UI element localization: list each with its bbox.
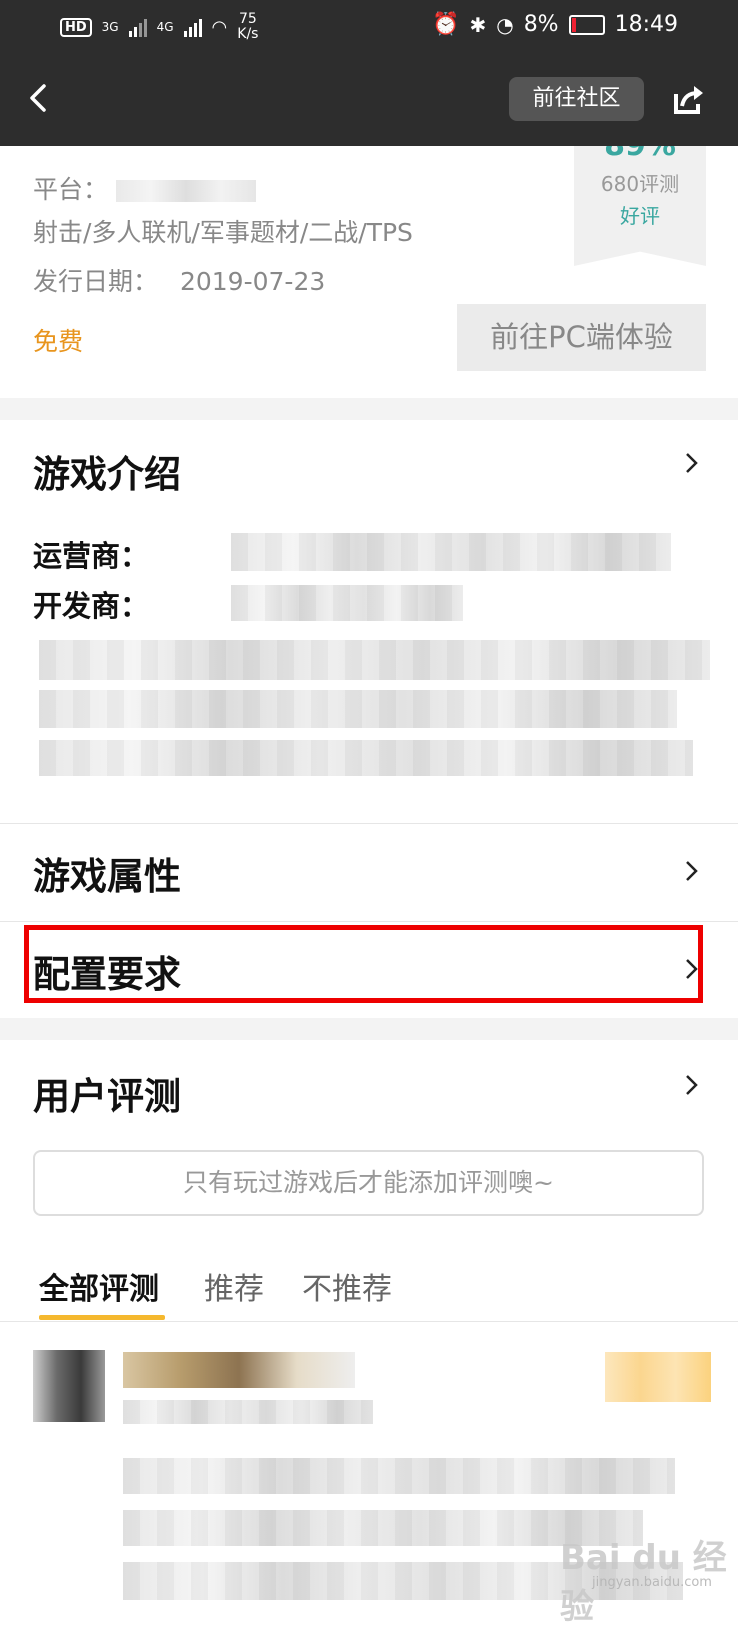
active-tab-indicator	[39, 1315, 165, 1320]
top-bar: HD 3G 4G ◠ 75 K/s ⏰ ✱ ◔ 8% 18:49 前往社区	[0, 0, 738, 146]
requirements-highlight-box	[24, 925, 703, 1003]
developer-label: 开发商：	[33, 589, 150, 623]
status-right: ⏰ ✱ ◔ 8% 18:49	[432, 12, 678, 37]
hd-indicator: HD	[60, 17, 92, 37]
reviews-title[interactable]: 用户评测	[33, 1066, 181, 1120]
operator-label: 运营商：	[33, 539, 150, 573]
baidu-watermark-url: jingyan.baidu.com	[592, 1575, 712, 1590]
wifi-icon: ◠	[211, 16, 228, 38]
section-gap	[0, 398, 738, 420]
signal-icon	[128, 17, 147, 37]
net-speed: 75 K/s	[237, 11, 259, 42]
platform-value-blurred	[115, 180, 256, 202]
tab-not-recommended[interactable]: 不推荐	[302, 1264, 392, 1308]
platform-row: 平台：	[33, 170, 256, 206]
operator-value-blurred	[231, 533, 671, 571]
divider	[0, 823, 738, 824]
sim1-label: 3G	[101, 20, 119, 34]
rating-verdict: 好评	[620, 204, 660, 228]
section-gap	[0, 1018, 738, 1040]
release-date: 2019-07-23	[179, 267, 326, 296]
review-text-blurred	[123, 1458, 675, 1494]
intro-text-blurred	[39, 690, 677, 728]
signal-icon	[183, 17, 202, 37]
rating-badge: 89% 680评测 好评	[574, 146, 706, 266]
review-meta-blurred	[123, 1400, 373, 1424]
speedometer-icon: ◔	[496, 12, 514, 37]
chevron-right-icon[interactable]	[680, 1074, 702, 1096]
divider	[0, 1321, 738, 1322]
community-button[interactable]: 前往社区	[509, 77, 644, 121]
developer-value-blurred	[231, 585, 463, 621]
add-review-hint[interactable]: 只有玩过游戏后才能添加评测噢~	[33, 1150, 704, 1216]
reviewer-name-blurred	[123, 1352, 355, 1388]
review-badge-blurred	[605, 1352, 711, 1402]
release-label: 发行日期：	[33, 267, 159, 296]
release-row: 发行日期： 2019-07-23	[33, 262, 325, 298]
clock: 18:49	[614, 12, 678, 37]
price-label: 免费	[33, 327, 84, 356]
genre-tags: 射击/多人联机/军事题材/二战/TPS	[33, 218, 413, 247]
tab-all-reviews[interactable]: 全部评测	[39, 1264, 159, 1308]
share-icon[interactable]	[672, 84, 704, 116]
chevron-right-icon[interactable]	[680, 860, 702, 882]
chevron-right-icon[interactable]	[680, 452, 702, 474]
intro-text-blurred	[39, 640, 710, 680]
bluetooth-icon: ✱	[469, 12, 487, 37]
battery-percent: 8%	[523, 12, 559, 37]
back-arrow-icon[interactable]	[20, 78, 60, 118]
avatar[interactable]	[33, 1350, 105, 1422]
sim2-label: 4G	[156, 20, 174, 34]
status-left: HD 3G 4G ◠ 75 K/s	[60, 12, 258, 42]
platform-label: 平台：	[33, 175, 109, 204]
battery-icon	[568, 14, 605, 35]
pc-experience-button[interactable]: 前往PC端体验	[457, 304, 706, 371]
attributes-title[interactable]: 游戏属性	[33, 846, 181, 900]
intro-text-blurred	[39, 740, 693, 776]
divider	[0, 921, 738, 922]
alarm-icon: ⏰	[432, 12, 460, 37]
rating-count: 680评测	[600, 172, 680, 196]
intro-title[interactable]: 游戏介绍	[33, 444, 181, 498]
tab-recommended[interactable]: 推荐	[204, 1264, 264, 1308]
